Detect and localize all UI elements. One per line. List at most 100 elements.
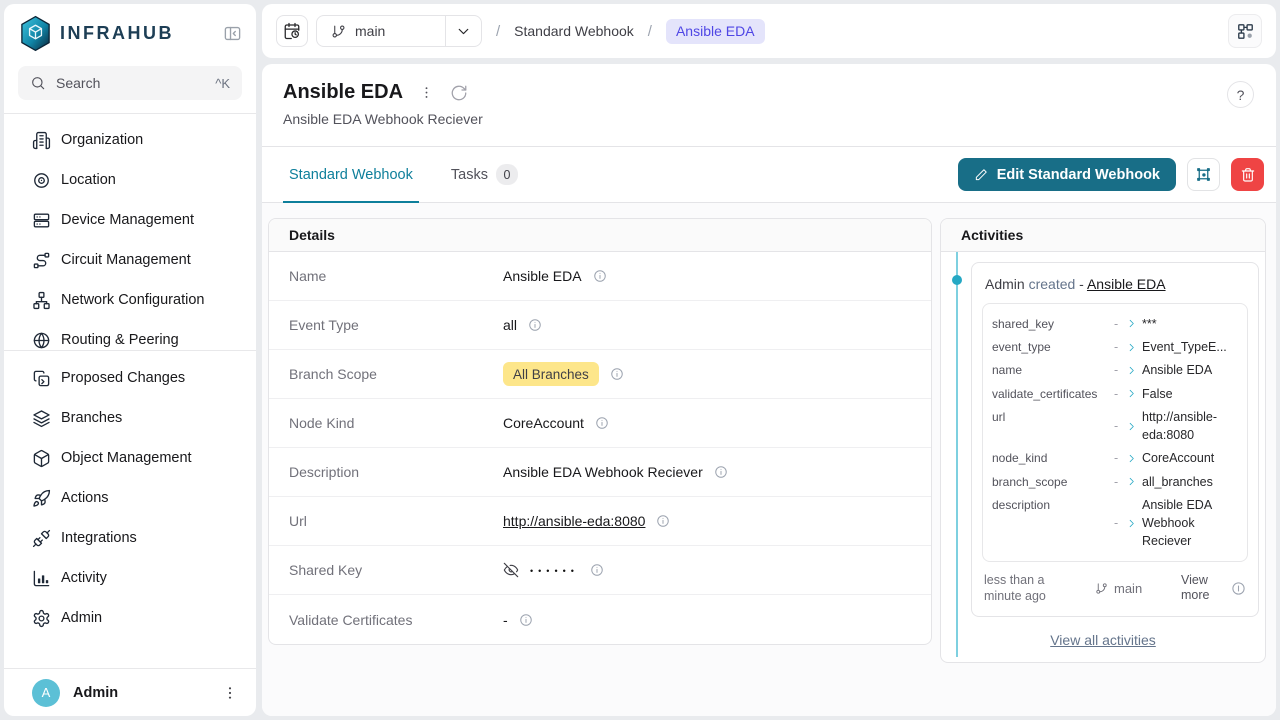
user-menu-kebab-icon[interactable]: [222, 685, 238, 701]
plug-icon: [32, 529, 51, 548]
detail-row-shared-key: Shared Key ••••••: [269, 546, 931, 595]
chevron-right-icon: [1126, 421, 1142, 432]
property-row: node_kind-CoreAccount: [992, 447, 1238, 470]
info-icon[interactable]: [656, 514, 670, 528]
detail-row-node-kind: Node Kind CoreAccount: [269, 399, 931, 448]
schema-visualizer-button[interactable]: [1228, 14, 1262, 48]
info-icon[interactable]: [590, 563, 604, 577]
property-row: url-http://ansible-eda:8080: [992, 406, 1238, 447]
info-icon[interactable]: [595, 416, 609, 430]
activity-timestamp: less than a minute ago: [984, 572, 1079, 605]
sidebar-item-admin[interactable]: Admin: [4, 598, 256, 638]
server-icon: [32, 211, 51, 230]
sidebar-item-activity[interactable]: Activity: [4, 558, 256, 598]
sidebar-item-organization[interactable]: Organization: [4, 120, 256, 160]
property-row: event_type-Event_TypeE...: [992, 335, 1238, 358]
chevron-right-icon: [1126, 342, 1142, 353]
sidebar-item-actions[interactable]: Actions: [4, 478, 256, 518]
activities-panel: Activities Admin created - Ansible EDA s…: [940, 218, 1266, 663]
target-icon: [32, 171, 51, 190]
chevron-right-icon: [1126, 318, 1142, 329]
branch-dropdown-toggle[interactable]: [445, 16, 481, 46]
header-actions: Edit Standard Webhook: [958, 158, 1264, 191]
brand-wordmark: INFRAHUB: [60, 23, 174, 44]
detail-row-description: Description Ansible EDA Webhook Reciever: [269, 448, 931, 497]
tasks-count-badge: 0: [496, 164, 518, 185]
cube-icon: [32, 449, 51, 468]
sidebar-item-circuit-management[interactable]: Circuit Management: [4, 240, 256, 280]
page-subtitle: Ansible EDA Webhook Reciever: [283, 111, 1255, 146]
property-row: description-Ansible EDA Webhook Reciever: [992, 494, 1238, 553]
sidebar: INFRAHUB Search ^K Organization Location…: [4, 4, 256, 716]
activity-header: Admin created - Ansible EDA: [982, 275, 1248, 303]
sidebar-item-proposed-changes[interactable]: Proposed Changes: [4, 358, 256, 398]
sidebar-nav-secondary: Proposed Changes Branches Object Managem…: [4, 351, 256, 638]
sidebar-item-network-configuration[interactable]: Network Configuration: [4, 280, 256, 320]
details-panel: Details Name Ansible EDA Event Type all …: [268, 218, 932, 645]
avatar: A: [32, 679, 60, 707]
activity-user: Admin: [985, 276, 1025, 292]
content-area: Details Name Ansible EDA Event Type all …: [262, 203, 1276, 716]
page-header: Ansible EDA Ansible EDA Webhook Reciever…: [262, 64, 1276, 147]
sidebar-item-device-management[interactable]: Device Management: [4, 200, 256, 240]
calendar-clock-button[interactable]: [276, 15, 308, 47]
view-more-link[interactable]: View more: [1181, 573, 1223, 604]
refresh-icon[interactable]: [450, 84, 468, 102]
info-icon[interactable]: [610, 367, 624, 381]
info-icon[interactable]: [593, 269, 607, 283]
breadcrumb-entity-badge[interactable]: Ansible EDA: [666, 19, 765, 44]
branch-name: main: [355, 23, 385, 39]
search-shortcut: ^K: [215, 76, 230, 91]
activity-properties: shared_key-*** event_type-Event_TypeE...…: [982, 303, 1248, 562]
tabs-row: Standard Webhook Tasks 0 Edit Standard W…: [262, 147, 1276, 203]
gear-icon: [32, 609, 51, 628]
info-icon[interactable]: [714, 465, 728, 479]
info-icon[interactable]: [519, 613, 533, 627]
sidebar-item-integrations[interactable]: Integrations: [4, 518, 256, 558]
chevron-right-icon: [1126, 453, 1142, 464]
title-kebab-icon[interactable]: [419, 85, 434, 100]
topbar: main / Standard Webhook / Ansible EDA: [262, 4, 1276, 58]
route-icon: [32, 251, 51, 270]
main-content-card: Ansible EDA Ansible EDA Webhook Reciever…: [262, 64, 1276, 716]
tab-standard-webhook[interactable]: Standard Webhook: [283, 147, 419, 202]
sidebar-collapse-icon[interactable]: [223, 24, 242, 43]
bar-chart-icon: [32, 569, 51, 588]
info-icon[interactable]: [528, 318, 542, 332]
pencil-icon: [974, 168, 988, 182]
delete-button[interactable]: [1231, 158, 1264, 191]
breadcrumb-schema[interactable]: Standard Webhook: [514, 23, 634, 39]
sidebar-user[interactable]: A Admin: [4, 668, 256, 716]
search-input[interactable]: Search ^K: [18, 66, 242, 100]
chevron-right-icon: [1126, 365, 1142, 376]
tab-tasks[interactable]: Tasks 0: [445, 147, 524, 202]
activity-action: created: [1029, 276, 1076, 292]
breadcrumb-separator: /: [648, 23, 652, 40]
edit-webhook-button[interactable]: Edit Standard Webhook: [958, 158, 1176, 191]
detail-row-event-type: Event Type all: [269, 301, 931, 350]
chevron-down-icon: [455, 23, 472, 40]
info-icon[interactable]: [1231, 581, 1246, 596]
sidebar-item-routing-peering[interactable]: Routing & Peering: [4, 320, 256, 350]
activity-target-link[interactable]: Ansible EDA: [1087, 276, 1166, 292]
branch-selector[interactable]: main: [316, 15, 482, 47]
main-column: main / Standard Webhook / Ansible EDA An…: [262, 4, 1276, 716]
activity-footer: less than a minute ago main View more: [982, 562, 1248, 607]
manage-groups-button[interactable]: [1187, 158, 1220, 191]
view-all-activities-link[interactable]: View all activities: [941, 632, 1265, 648]
detail-row-validate-certificates: Validate Certificates -: [269, 595, 931, 644]
sidebar-item-branches[interactable]: Branches: [4, 398, 256, 438]
details-panel-title: Details: [269, 219, 931, 252]
git-branch-icon: [1095, 582, 1108, 595]
help-button[interactable]: ?: [1227, 81, 1254, 108]
trash-icon: [1240, 167, 1256, 183]
url-link[interactable]: http://ansible-eda:8080: [503, 513, 645, 529]
eye-off-icon[interactable]: [503, 562, 519, 578]
search-placeholder: Search: [56, 75, 100, 91]
sidebar-item-location[interactable]: Location: [4, 160, 256, 200]
network-icon: [32, 291, 51, 310]
chevron-right-icon: [1126, 388, 1142, 399]
sidebar-item-object-management[interactable]: Object Management: [4, 438, 256, 478]
calendar-clock-icon: [283, 22, 301, 40]
rocket-icon: [32, 489, 51, 508]
